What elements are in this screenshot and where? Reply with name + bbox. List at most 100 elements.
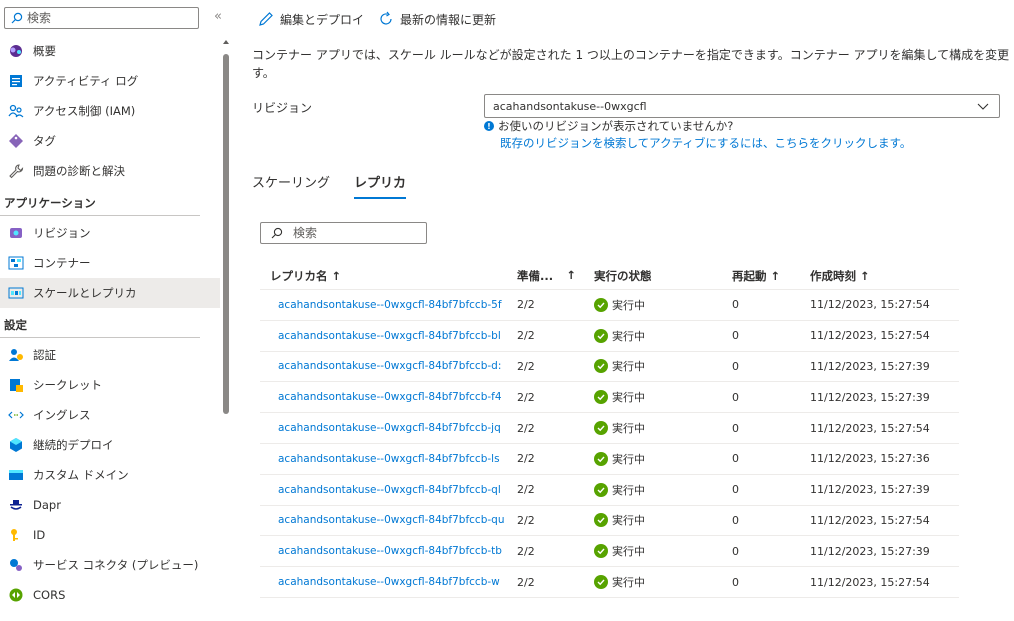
cors-icon (8, 587, 24, 603)
replica-restart-cell: 0 (732, 329, 739, 343)
column-header-name[interactable]: レプリカ名 ↑ (260, 268, 517, 284)
replica-name-link[interactable]: acahandsontakuse--0wxgcfl-84bf7bfccb-w (260, 576, 517, 588)
replica-state-cell: 実行中 (594, 297, 732, 313)
tab-replicas[interactable]: レプリカ (354, 172, 407, 199)
replica-table: レプリカ名 ↑ 準備... ↑ 実行の状態 再起動 ↑ 作成時刻 ↑ acaha… (260, 262, 959, 598)
table-row: acahandsontakuse--0wxgcfl-84bf7bfccb-f4 … (260, 382, 959, 414)
scroll-up-arrow-icon[interactable] (223, 40, 229, 44)
column-header-restart[interactable]: 再起動 ↑ (732, 268, 810, 284)
running-check-icon (594, 390, 608, 405)
menu-item-dapr[interactable]: Dapr (0, 490, 220, 520)
replica-restart-cell: 0 (732, 544, 739, 558)
replica-state-cell: 実行中 (594, 420, 732, 436)
replica-name-link[interactable]: acahandsontakuse--0wxgcfl-84bf7bfccb-qu (260, 514, 517, 526)
replica-search-box[interactable] (260, 222, 427, 244)
replica-name-link[interactable]: acahandsontakuse--0wxgcfl-84bf7bfccb-5f (260, 299, 517, 311)
ingress-icon (8, 407, 24, 423)
column-header-created[interactable]: 作成時刻 ↑ (810, 268, 959, 284)
revision-icon (8, 225, 24, 241)
menu-item-diagnose[interactable]: 問題の診断と解決 (0, 156, 220, 186)
replica-name-link[interactable]: acahandsontakuse--0wxgcfl-84bf7bfccb-jq (260, 422, 517, 434)
menu-item-label: カスタム ドメイン (33, 468, 129, 482)
replica-name-link[interactable]: acahandsontakuse--0wxgcfl-84bf7bfccb-d: (260, 360, 517, 372)
replica-restart-cell: 0 (732, 513, 739, 527)
menu-item-overview[interactable]: 概要 (0, 36, 220, 66)
menu-item-label: タグ (33, 134, 56, 148)
menu-item-custom-domain[interactable]: カスタム ドメイン (0, 460, 220, 490)
table-row: acahandsontakuse--0wxgcfl-84bf7bfccb-jq … (260, 413, 959, 444)
wrench-icon (8, 163, 24, 179)
replica-state-cell: 実行中 (594, 543, 732, 559)
pencil-icon (259, 12, 273, 26)
menu-item-tags[interactable]: タグ (0, 126, 220, 156)
replica-ready-cell: 2/2 (517, 483, 535, 497)
menu-item-revisions[interactable]: リビジョン (0, 218, 220, 248)
replica-state-cell: 実行中 (594, 358, 732, 374)
replica-state-label: 実行中 (612, 422, 645, 436)
replica-restart-cell: 0 (732, 359, 739, 373)
menu-item-service-connector[interactable]: サービス コネクタ (プレビュー) (0, 550, 220, 580)
refresh-button[interactable]: 最新の情報に更新 (378, 11, 496, 28)
menu-search-box[interactable] (4, 7, 199, 29)
column-header-ready[interactable]: 準備... ↑ (517, 268, 594, 284)
access-control-icon (8, 103, 24, 119)
replica-ready-cell: 2/2 (517, 298, 535, 312)
column-header-state[interactable]: 実行の状態 (594, 268, 732, 284)
menu-item-identity[interactable]: ID (0, 520, 220, 550)
menu-item-authentication[interactable]: 認証 (0, 340, 220, 370)
menu-item-cors[interactable]: CORS (0, 580, 220, 610)
menu-item-containers[interactable]: コンテナー (0, 248, 220, 278)
replica-state-label: 実行中 (612, 360, 645, 374)
find-revision-link[interactable]: 既存のリビジョンを検索してアクティブにするには、こちらをクリックします。 (500, 135, 911, 151)
scroll-thumb[interactable] (223, 54, 229, 414)
menu-scrollbar[interactable] (222, 40, 230, 620)
collapse-menu-button[interactable]: « (210, 9, 226, 27)
menu-item-label: 継続的デプロイ (33, 438, 114, 452)
table-row: acahandsontakuse--0wxgcfl-84bf7bfccb-tb … (260, 536, 959, 568)
replica-state-label: 実行中 (612, 483, 645, 497)
edit-deploy-button[interactable]: 編集とデプロイ (258, 11, 364, 28)
menu-item-ingress[interactable]: イングレス (0, 400, 220, 430)
replica-ready-cell: 2/2 (517, 421, 535, 435)
menu-item-scale-replicas[interactable]: スケールとレプリカ (0, 278, 220, 308)
replica-name-link[interactable]: acahandsontakuse--0wxgcfl-84bf7bfccb-f4 (260, 391, 517, 403)
replica-restart-cell: 0 (732, 390, 739, 404)
replica-search-input[interactable] (293, 226, 413, 240)
replica-state-label: 実行中 (612, 298, 645, 312)
tab-list: スケーリング レプリカ (252, 172, 430, 199)
replica-state-label: 実行中 (612, 329, 645, 343)
revision-hint-text: お使いのリビジョンが表示されていませんか? (498, 119, 734, 133)
table-header: レプリカ名 ↑ 準備... ↑ 実行の状態 再起動 ↑ 作成時刻 ↑ (260, 262, 959, 290)
menu-item-secrets[interactable]: シークレット (0, 370, 220, 400)
menu-item-label: アクセス制御 (IAM) (33, 104, 136, 118)
tab-scaling[interactable]: スケーリング (252, 172, 330, 199)
menu-item-label: サービス コネクタ (プレビュー) (33, 558, 199, 572)
running-check-icon (594, 297, 608, 312)
command-bar: 編集とデプロイ 最新の情報に更新 (258, 8, 510, 30)
secret-icon (8, 377, 24, 393)
revision-selected-value: acahandsontakuse--0wxgcfl (493, 99, 647, 113)
replica-name-link[interactable]: acahandsontakuse--0wxgcfl-84bf7bfccb-bl (260, 330, 517, 342)
replica-restart-cell: 0 (732, 483, 739, 497)
menu-item-access-control[interactable]: アクセス制御 (IAM) (0, 96, 220, 126)
replica-name-link[interactable]: acahandsontakuse--0wxgcfl-84bf7bfccb-ls (260, 453, 517, 465)
replica-state-cell: 実行中 (594, 512, 732, 528)
menu-item-continuous-deploy[interactable]: 継続的デプロイ (0, 430, 220, 460)
replica-name-link[interactable]: acahandsontakuse--0wxgcfl-84bf7bfccb-ql (260, 484, 517, 496)
scale-icon (8, 285, 24, 301)
revision-label: リビジョン (252, 101, 313, 115)
activity-log-icon (8, 73, 24, 89)
replica-name-link[interactable]: acahandsontakuse--0wxgcfl-84bf7bfccb-tb (260, 545, 517, 557)
table-row: acahandsontakuse--0wxgcfl-84bf7bfccb-ls … (260, 444, 959, 475)
revision-dropdown[interactable]: acahandsontakuse--0wxgcfl (484, 94, 1000, 118)
tag-icon (8, 133, 24, 149)
replica-created-cell: 11/12/2023, 15:27:39 (810, 359, 930, 373)
overview-icon (8, 43, 24, 59)
running-check-icon (594, 451, 608, 466)
menu-item-activity-log[interactable]: アクティビティ ログ (0, 66, 220, 96)
revision-hint: ! お使いのリビジョンが表示されていませんか? (484, 118, 733, 134)
replica-restart-cell: 0 (732, 421, 739, 435)
section-header-application: アプリケーション (0, 186, 200, 216)
menu-search-input[interactable] (27, 11, 187, 25)
search-icon (11, 12, 23, 24)
